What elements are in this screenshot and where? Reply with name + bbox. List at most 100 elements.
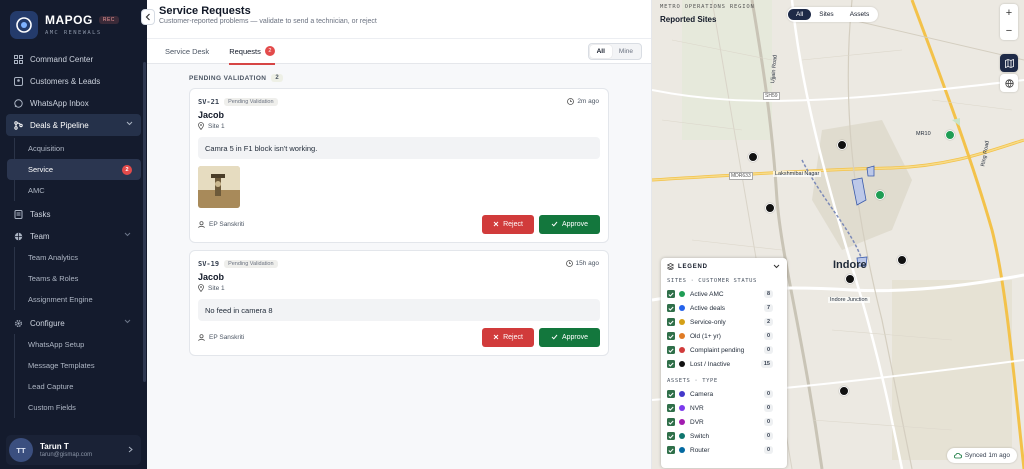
sidebar-item-configure[interactable]: Configure — [0, 312, 147, 334]
reject-button[interactable]: Reject — [482, 327, 534, 347]
legend-row[interactable]: Service-only 2 — [667, 315, 781, 329]
legend-count: 8 — [763, 290, 773, 298]
page-title: Service Requests — [159, 5, 251, 17]
legend-checkbox[interactable] — [667, 390, 675, 398]
legend-checkbox[interactable] — [667, 332, 675, 340]
legend-row[interactable]: DVR 0 — [667, 415, 781, 429]
zoom-in-button[interactable]: + — [1000, 4, 1018, 22]
sidebar-item-label: WhatsApp Inbox — [30, 98, 89, 108]
legend-checkbox[interactable] — [667, 446, 675, 454]
site-marker[interactable] — [837, 140, 847, 150]
request-time: 2m ago — [567, 98, 599, 105]
request-id: SV-19 — [198, 260, 220, 268]
approve-button[interactable]: Approve — [539, 327, 600, 347]
legend-color-dot — [679, 405, 685, 411]
site-text: Site 1 — [208, 122, 225, 130]
zoom-out-button[interactable]: − — [1000, 22, 1018, 40]
user-icon — [198, 220, 205, 228]
legend-row[interactable]: Active AMC 8 — [667, 287, 781, 301]
technician-name: EP Sanskriti — [209, 333, 245, 341]
map-panel[interactable]: METRO OPERATIONS REGION Reported Sites A… — [652, 0, 1024, 469]
whatsapp-icon — [14, 98, 23, 108]
site-marker[interactable] — [875, 190, 885, 200]
filter-all-button[interactable]: All — [589, 45, 612, 58]
assignee-filter: All Mine — [587, 43, 642, 60]
request-time: 15h ago — [565, 260, 600, 267]
legend-row[interactable]: Complaint pending 0 — [667, 343, 781, 357]
time-text: 15h ago — [575, 260, 600, 267]
sidebar-item-whatsapp-inbox[interactable]: WhatsApp Inbox — [0, 92, 147, 114]
place-label: Indore Junction — [828, 297, 870, 303]
site-marker[interactable] — [897, 255, 907, 265]
legend-color-dot — [679, 447, 685, 453]
sidebar-item-acquisition[interactable]: Acquisition — [15, 138, 147, 159]
legend-row[interactable]: NVR 0 — [667, 401, 781, 415]
sidebar-item-tasks[interactable]: Tasks — [0, 203, 147, 225]
site-marker[interactable] — [839, 386, 849, 396]
sidebar-item-team-analytics[interactable]: Team Analytics — [15, 247, 147, 268]
user-email: tarun@gismap.com — [40, 452, 93, 458]
map-toggle-all[interactable]: All — [788, 9, 812, 20]
legend-checkbox[interactable] — [667, 432, 675, 440]
legend-row[interactable]: Router 0 — [667, 443, 781, 457]
sync-text: Synced 1m ago — [964, 452, 1010, 459]
sidebar-item-teams-roles[interactable]: Teams & Roles — [15, 268, 147, 289]
approve-button[interactable]: Approve — [539, 214, 600, 234]
sidebar-item-service[interactable]: Service 2 — [7, 159, 141, 180]
sidebar-item-deals-pipeline[interactable]: Deals & Pipeline — [6, 114, 141, 136]
legend-checkbox[interactable] — [667, 404, 675, 412]
reject-button[interactable]: Reject — [482, 214, 534, 234]
legend-row[interactable]: Camera 0 — [667, 387, 781, 401]
map-layer-toggle: All Sites Assets — [787, 7, 879, 22]
site-marker[interactable] — [748, 152, 758, 162]
map-toggle-sites[interactable]: Sites — [811, 9, 841, 20]
requests-list: PENDING VALIDATION 2 SV-21 Pending Valid… — [147, 64, 651, 356]
legend-checkbox[interactable] — [667, 346, 675, 354]
legend-row[interactable]: Lost / Inactive 15 — [667, 357, 781, 371]
sidebar-item-label: Customers & Leads — [30, 76, 101, 86]
legend-row[interactable]: Active deals 7 — [667, 301, 781, 315]
sidebar-item-custom-fields[interactable]: Custom Fields — [15, 397, 147, 418]
filter-mine-button[interactable]: Mine — [612, 45, 640, 58]
legend-row[interactable]: Switch 0 — [667, 429, 781, 443]
site-marker[interactable] — [945, 130, 955, 140]
tab-service-desk[interactable]: Service Desk — [165, 39, 209, 64]
section-title: PENDING VALIDATION — [189, 74, 267, 82]
map-style-button[interactable] — [1000, 54, 1018, 72]
site-label: Site 1 — [198, 122, 600, 130]
sidebar-item-message-templates[interactable]: Message Templates — [15, 355, 147, 376]
sidebar-item-team[interactable]: Team — [0, 225, 147, 247]
legend-label: DVR — [690, 418, 704, 426]
satellite-button[interactable] — [1000, 74, 1018, 92]
site-marker[interactable] — [765, 203, 775, 213]
sidebar-item-label: Configure — [30, 318, 65, 328]
legend-checkbox[interactable] — [667, 290, 675, 298]
grid-icon — [14, 54, 23, 64]
sidebar-item-command-center[interactable]: Command Center — [0, 48, 147, 70]
legend-row[interactable]: Old (1+ yr) 0 — [667, 329, 781, 343]
tab-requests[interactable]: Requests 2 — [229, 39, 275, 65]
attachment-thumbnail[interactable] — [198, 166, 240, 208]
brand-logo-icon — [10, 10, 38, 39]
legend-collapse-icon[interactable] — [773, 264, 780, 269]
legend-label: Switch — [690, 432, 710, 440]
legend-checkbox[interactable] — [667, 304, 675, 312]
sidebar-item-customers-leads[interactable]: Customers & Leads — [0, 70, 147, 92]
legend-checkbox[interactable] — [667, 418, 675, 426]
legend-checkbox[interactable] — [667, 360, 675, 368]
reject-label: Reject — [503, 333, 523, 341]
sidebar-item-whatsapp-setup[interactable]: WhatsApp Setup — [15, 334, 147, 355]
legend-checkbox[interactable] — [667, 318, 675, 326]
sidebar-item-lead-capture[interactable]: Lead Capture — [15, 376, 147, 397]
time-text: 2m ago — [577, 98, 599, 105]
app-root: MAPOG REC AMC RENEWALS Command Center Cu… — [0, 0, 1024, 469]
sidebar-scrollbar[interactable] — [143, 62, 146, 382]
approve-label: Approve — [561, 333, 589, 341]
sidebar-item-amc[interactable]: AMC — [15, 180, 147, 201]
site-marker[interactable] — [845, 274, 855, 284]
sidebar-collapse-button[interactable] — [141, 9, 155, 25]
place-label: Lakshmibai Nagar — [773, 171, 822, 177]
sidebar-item-assignment-engine[interactable]: Assignment Engine — [15, 289, 147, 310]
map-toggle-assets[interactable]: Assets — [842, 9, 878, 20]
user-profile[interactable]: TT Tarun T tarun@gismap.com — [6, 435, 141, 465]
